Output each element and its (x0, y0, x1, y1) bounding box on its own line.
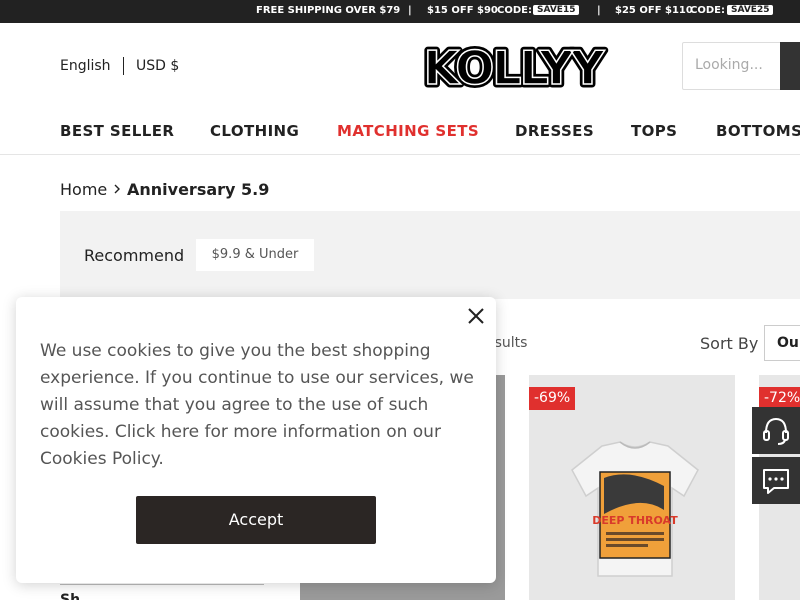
cookie-message[interactable]: We use cookies to give you the best shop… (40, 338, 480, 473)
promo-separator: | (408, 5, 412, 16)
promo-code-save25: SAVE25 (727, 5, 774, 15)
nav-item-dresses[interactable]: DRESSES (515, 122, 594, 140)
product-image-tshirt[interactable]: DEEP THROAT (560, 438, 710, 583)
breadcrumb-current: Anniversary 5.9 (127, 180, 270, 199)
sidebar-heading: Sh (60, 592, 81, 600)
filter-label-recommend: Recommend (84, 246, 185, 265)
promo-code-save15: SAVE15 (533, 5, 580, 15)
page: FREE SHIPPING OVER $79 | $15 OFF $90 COD… (0, 0, 800, 600)
chevron-right-icon (114, 184, 120, 194)
divider (123, 57, 124, 75)
nav-item-bottoms[interactable]: BOTTOMS (716, 122, 800, 140)
promo-offer-1-code-label: CODE: (497, 5, 532, 16)
nav-item-matching-sets[interactable]: MATCHING SETS (337, 122, 479, 140)
kollyy-logo[interactable]: KOLLYY KOLLYY (408, 40, 618, 94)
sidebar-divider (60, 584, 264, 585)
promo-shipping: FREE SHIPPING OVER $79 (256, 5, 401, 16)
chat-button[interactable] (752, 457, 800, 504)
promo-offer-1: $15 OFF $90 (427, 5, 498, 16)
headset-icon (763, 417, 789, 445)
accept-cookies-button[interactable]: Accept (136, 496, 376, 544)
search-input[interactable]: Looking... (682, 42, 782, 90)
promo-separator: | (597, 5, 601, 16)
nav-item-tops[interactable]: TOPS (631, 122, 677, 140)
promo-offer-2-code-label: CODE: (690, 5, 725, 16)
currency-selector[interactable]: USD $ (136, 58, 179, 74)
sort-label: Sort By (700, 334, 759, 353)
promo-bar: FREE SHIPPING OVER $79 | $15 OFF $90 COD… (0, 0, 800, 23)
filter-chip-under-9-9[interactable]: $9.9 & Under (196, 239, 314, 271)
sort-select[interactable]: Our (764, 325, 800, 361)
chat-icon (763, 469, 789, 494)
main-nav: BEST SELLER CLOTHING MATCHING SETS DRESS… (0, 122, 800, 142)
breadcrumb-home[interactable]: Home (60, 180, 107, 199)
svg-text:DEEP THROAT: DEEP THROAT (592, 514, 678, 527)
svg-text:KOLLYY: KOLLYY (424, 41, 605, 94)
search-button[interactable] (780, 42, 800, 90)
nav-item-clothing[interactable]: CLOTHING (210, 122, 299, 140)
promo-offer-2: $25 OFF $110 (615, 5, 693, 16)
nav-item-best-seller[interactable]: BEST SELLER (60, 122, 174, 140)
close-icon[interactable] (466, 306, 486, 326)
customer-service-button[interactable] (752, 407, 800, 454)
discount-badge: -69% (529, 387, 576, 410)
language-selector[interactable]: English (60, 58, 111, 74)
nav-divider (0, 154, 800, 155)
